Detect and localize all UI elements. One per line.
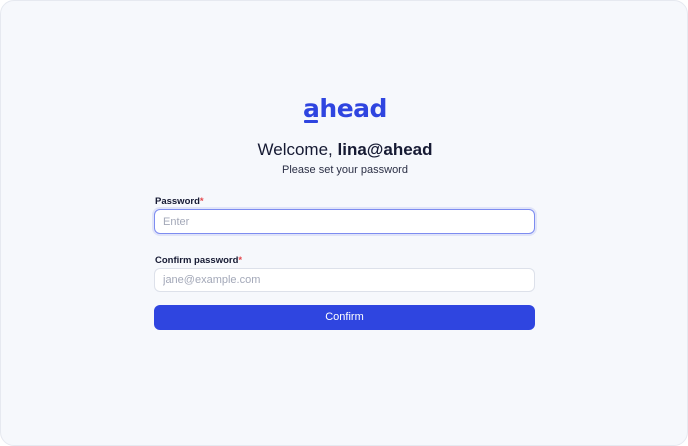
confirm-password-label: Confirm password* xyxy=(155,255,242,267)
confirm-password-label-text: Confirm password xyxy=(155,255,239,266)
ahead-logo: ahead xyxy=(1,94,688,124)
password-required-mark: * xyxy=(199,196,204,207)
welcome-email: lina@ahead xyxy=(337,140,433,159)
password-input[interactable] xyxy=(154,209,535,234)
password-label: Password* xyxy=(155,196,204,208)
confirm-password-required-mark: * xyxy=(238,255,243,266)
page-subtitle: Please set your password xyxy=(282,164,408,176)
welcome-prefix: Welcome, xyxy=(257,140,338,159)
confirm-password-input[interactable] xyxy=(154,268,535,292)
password-label-text: Password xyxy=(155,196,200,207)
set-password-panel: ahead Welcome, lina@ahead Please set you… xyxy=(0,0,688,446)
logo-underlined-letter: a xyxy=(303,94,320,123)
logo-text: head xyxy=(319,94,387,123)
welcome-heading: Welcome, lina@ahead xyxy=(1,140,688,160)
confirm-button[interactable]: Confirm xyxy=(154,305,535,330)
